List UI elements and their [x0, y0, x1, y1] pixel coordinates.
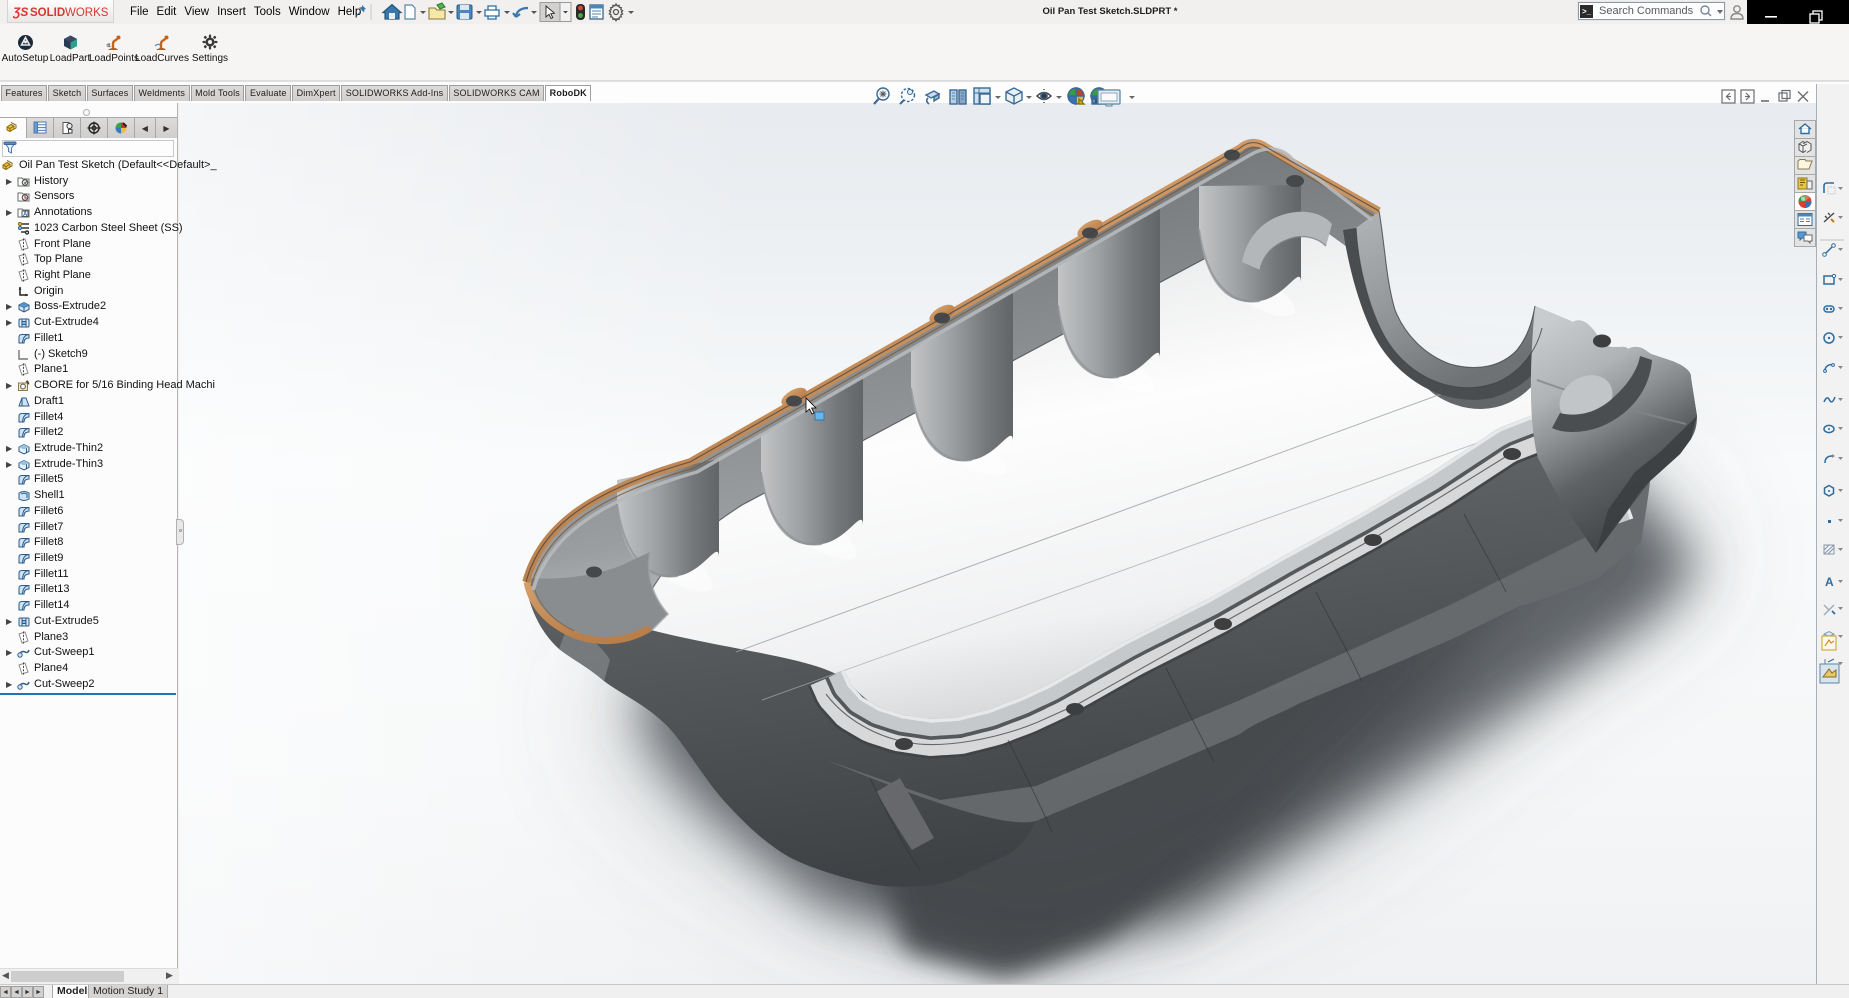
svg-text:A: A: [1825, 575, 1834, 589]
svg-text:A: A: [23, 212, 28, 218]
svg-text:⚙: ⚙: [106, 43, 111, 49]
svg-text:WORKS: WORKS: [65, 7, 109, 19]
svg-text:ƷS: ƷS: [13, 5, 28, 19]
svg-text:SOLID: SOLID: [30, 7, 65, 19]
